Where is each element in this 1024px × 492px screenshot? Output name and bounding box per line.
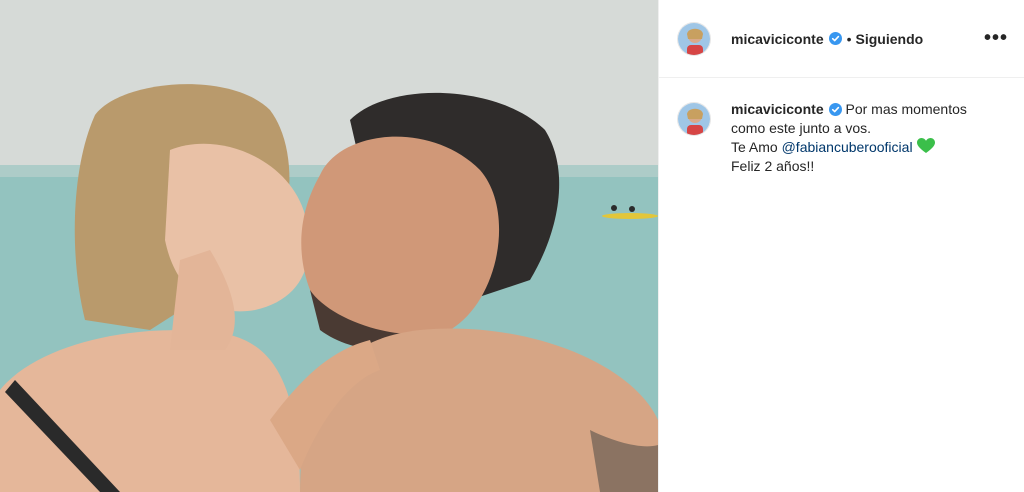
caption-username[interactable]: micaviciconte	[731, 101, 824, 117]
caption-avatar[interactable]	[677, 102, 711, 136]
following-button[interactable]: Siguiendo	[856, 31, 924, 47]
caption-line-3: Te Amo @fabiancuberooficial	[731, 138, 967, 157]
caption-text-line4: Feliz 2 años!!	[731, 158, 815, 174]
caption-verified-badge-icon	[828, 102, 842, 116]
post-sidebar: micaviciconte • Siguiendo ••• micavicico…	[658, 0, 1024, 492]
post-header: micaviciconte • Siguiendo •••	[659, 0, 1024, 78]
avatar[interactable]	[677, 21, 711, 56]
green-heart-icon	[916, 138, 935, 154]
avatar-image	[678, 22, 710, 55]
post-caption: micaviciconte Por mas momentos como este…	[659, 78, 1024, 176]
caption-avatar-image	[678, 103, 710, 135]
caption-text-line1: Por mas momentos	[845, 101, 967, 117]
caption-line-1: micaviciconte Por mas momentos	[731, 100, 967, 119]
more-options-icon[interactable]: •••	[984, 27, 1008, 50]
post-photo-illustration	[0, 0, 658, 492]
verified-badge-icon	[828, 32, 842, 45]
header-username[interactable]: micaviciconte	[731, 31, 824, 47]
instagram-post: micaviciconte • Siguiendo ••• micavicico…	[0, 0, 1024, 492]
mention-link[interactable]: @fabiancuberooficial	[782, 139, 913, 155]
post-photo[interactable]	[0, 0, 658, 492]
header-separator: •	[846, 30, 852, 47]
caption-text-line2: como este junto a vos.	[731, 120, 872, 136]
caption-text: micaviciconte Por mas momentos como este…	[731, 100, 967, 176]
caption-text-line3: Te Amo	[731, 139, 782, 155]
